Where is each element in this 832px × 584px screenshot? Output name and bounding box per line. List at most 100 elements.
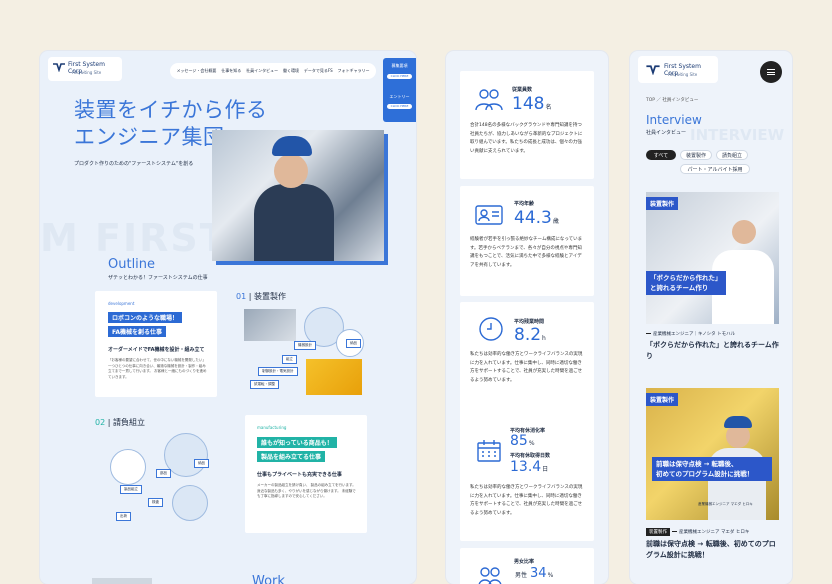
side-cta: 募集要項 CLICK HERE エントリー CLICK HERE <box>383 58 416 122</box>
meta-dept: 産業機械エンジニア <box>679 530 720 535</box>
section-02-heading: 02 | 請負組立 <box>95 418 145 427</box>
development-card: development ロボコンのような職場！ FA機械を創る仕事 オーダーメイ… <box>95 291 217 397</box>
section-01-heading: 01 | 装置製作 <box>236 292 286 301</box>
entry-button[interactable]: CLICK HERE <box>387 104 412 109</box>
card-tag: development <box>108 301 135 306</box>
diagram-label-e: 試運転・調整 <box>250 380 279 389</box>
desktop-preview-panel: First System Corp. Recruiting Site メッセージ… <box>40 51 416 584</box>
diagram-photo <box>244 309 296 341</box>
stat-label: 平均残業時間 <box>514 319 545 325</box>
work-heading: Work <box>252 574 285 584</box>
meta-badge: 装置製作 <box>646 528 670 536</box>
interview-category-tag: 装置製作 <box>646 393 679 406</box>
filter-chip-part-time[interactable]: パート・アルバイト採用 <box>680 164 750 174</box>
diagram-label-c: 納品 <box>346 339 361 348</box>
diagram-circle-c <box>172 485 208 521</box>
stat-label: 男女比率 <box>514 559 535 565</box>
breadcrumb[interactable]: TOP ／ 社員インタビュー <box>646 97 698 103</box>
filter-chip-assembly[interactable]: 請負組立 <box>716 150 748 160</box>
stat-label: 平均年齢 <box>514 201 535 207</box>
diagram2-label-c: 納品 <box>194 459 209 468</box>
section-label: 装置製作 <box>253 292 286 301</box>
card-text: メーカーの製品組立を請け負い、 製品の組み立てを行います。 身近な製品も多く、や… <box>257 483 356 498</box>
menu-line <box>767 74 775 75</box>
card-highlight-2: FA機械を創る仕事 <box>108 326 167 337</box>
interview-title-1[interactable]: 「ボクらだから作れた」と誇れるチーム作り <box>646 340 780 362</box>
nav-work[interactable]: 仕事を知る <box>221 68 241 74</box>
page-subtitle: 社員インタビュー <box>646 130 687 136</box>
stat-value: 44.3歳 <box>514 208 559 228</box>
site-logo[interactable]: First System Corp. Recruiting Site <box>638 56 718 83</box>
logo-mark-icon <box>53 63 65 72</box>
card-highlight-2: 製品を組み立てる仕事 <box>257 451 326 462</box>
calendar-icon <box>477 440 501 462</box>
filter-chip-equipment[interactable]: 装置製作 <box>680 150 712 160</box>
interview-meta-1: 産業機械エンジニア｜キノシタ トモハル <box>646 332 736 337</box>
interview-caption: 「ボクらだから作れた」 と誇れるチーム作り <box>646 271 726 295</box>
stat-label: 従業員数 <box>512 87 533 93</box>
worker-face <box>274 154 308 188</box>
nav-gallery[interactable]: フォトギャラリー <box>338 68 370 74</box>
diagram2-label-e: 出荷 <box>116 512 131 521</box>
nav-environment[interactable]: 働く環境 <box>283 68 299 74</box>
stat-unit: % <box>547 572 554 579</box>
hero-title-line1: 装置をイチから作る <box>74 98 268 122</box>
stat-unit: h <box>542 335 546 342</box>
stat-prefix: 男性 <box>515 572 528 579</box>
interview-photo-1[interactable]: 装置製作 「ボクらだから作れた」 と誇れるチーム作り <box>646 192 779 324</box>
section-number: 01 <box>236 292 247 301</box>
diagram-label-b: 組立 <box>282 355 297 364</box>
people-icon <box>475 89 503 111</box>
recruit-button[interactable]: CLICK HERE <box>387 74 412 79</box>
person-face <box>732 220 756 244</box>
stat-label-2: 平均有休取得日数 <box>510 453 551 459</box>
stat-description: 合計148名の多様なバックグラウンドや専門知識を持つ社員たちが、協力しあいながら… <box>470 123 583 154</box>
stat-value: 男性 34% <box>514 566 553 581</box>
diagram2-label-b: 製品組立 <box>120 485 142 494</box>
outline-subheading: ザテッとわかる！ファーストシステムの仕事 <box>108 275 208 281</box>
stat-paid-leave: 平均有休消化率 85% 平均有休取得日数 13.4日 私たちは効率的な働き方とワ… <box>460 417 594 541</box>
caption-line1: 前職は保守点検 → 転職後、 <box>656 460 738 468</box>
stat-description: 私たちは効率的な働き方とワークライフバランスの実現に力を入れています。仕事に集中… <box>470 485 583 516</box>
stat-description: 私たちは効率的な働き方とワークライフバランスの実現に力を入れています。仕事に集中… <box>470 352 583 383</box>
interview-photo-2[interactable]: 装置製作 前職は保守点検 → 転職後、 初めてのプログラム設計に挑戦！ 産業機械エ… <box>646 388 779 520</box>
id-card-icon <box>475 205 503 225</box>
card-text: 「お客様の要望に合わせて、世の中にない機械を開発したい」 一つひとつの仕事に向き… <box>108 358 207 379</box>
diagram2-label-a: 部品 <box>156 469 171 478</box>
card-highlight-1: ロボコンのような職場！ <box>108 312 183 323</box>
menu-line <box>767 71 775 73</box>
hamburger-menu-icon[interactable] <box>760 61 782 83</box>
global-nav: メッセージ・会社概要 仕事を知る 社員インタビュー 働く環境 データで見るFS … <box>170 63 376 79</box>
meta-name: マエダ ヒロキ <box>720 530 750 535</box>
manufacturing-card: manufacturing 誰もが知っている商品も！ 製品を組み立てる仕事 仕事… <box>245 415 367 533</box>
stat-number: 85 <box>510 433 528 449</box>
interview-photo-meta: 産業機械エンジニア マエダ ヒロキ <box>698 502 753 506</box>
process-diagram-1: 納品 機械設計 組立 制御設計・電気設計 試運転・調整 <box>240 307 370 397</box>
site-logo[interactable]: First System Corp. Recruiting Site <box>48 57 122 81</box>
nav-data[interactable]: データで見るFS <box>304 68 333 74</box>
mobile-preview-panel: First System Corp. Recruiting Site TOP ／… <box>630 51 792 584</box>
stat-value-2: 13.4日 <box>510 459 548 475</box>
entry-label: エントリー <box>389 94 410 99</box>
interview-title-2[interactable]: 前職は保守点検 → 転職後、初めてのプログラム設計に挑戦！ <box>646 539 780 561</box>
stat-unit-2: 日 <box>542 466 549 473</box>
section-number: 02 <box>95 418 106 427</box>
meta-name: キノシタ トモハル <box>698 332 736 337</box>
stat-value: 85% <box>510 433 535 449</box>
background-watermark: INTERVIEW <box>690 126 785 144</box>
stat-unit: % <box>528 440 535 447</box>
filter-chip-all[interactable]: すべて <box>646 150 676 160</box>
nav-interview[interactable]: 社員インタビュー <box>246 68 278 74</box>
stat-value: 8.2h <box>514 325 546 345</box>
stat-number: 8.2 <box>514 325 542 345</box>
hero-photo <box>212 130 384 261</box>
bottom-photo-strip <box>92 578 152 584</box>
interview-category-tag: 装置製作 <box>646 197 679 210</box>
meta-dash <box>646 333 651 334</box>
meta-dash <box>672 531 677 532</box>
stat-gender: 男女比率 男性 34% <box>460 548 594 584</box>
nav-message[interactable]: メッセージ・会社概要 <box>176 68 216 74</box>
clock-icon <box>479 317 503 341</box>
gender-icon <box>478 567 502 584</box>
meta-dept: 産業機械エンジニア <box>653 332 694 337</box>
